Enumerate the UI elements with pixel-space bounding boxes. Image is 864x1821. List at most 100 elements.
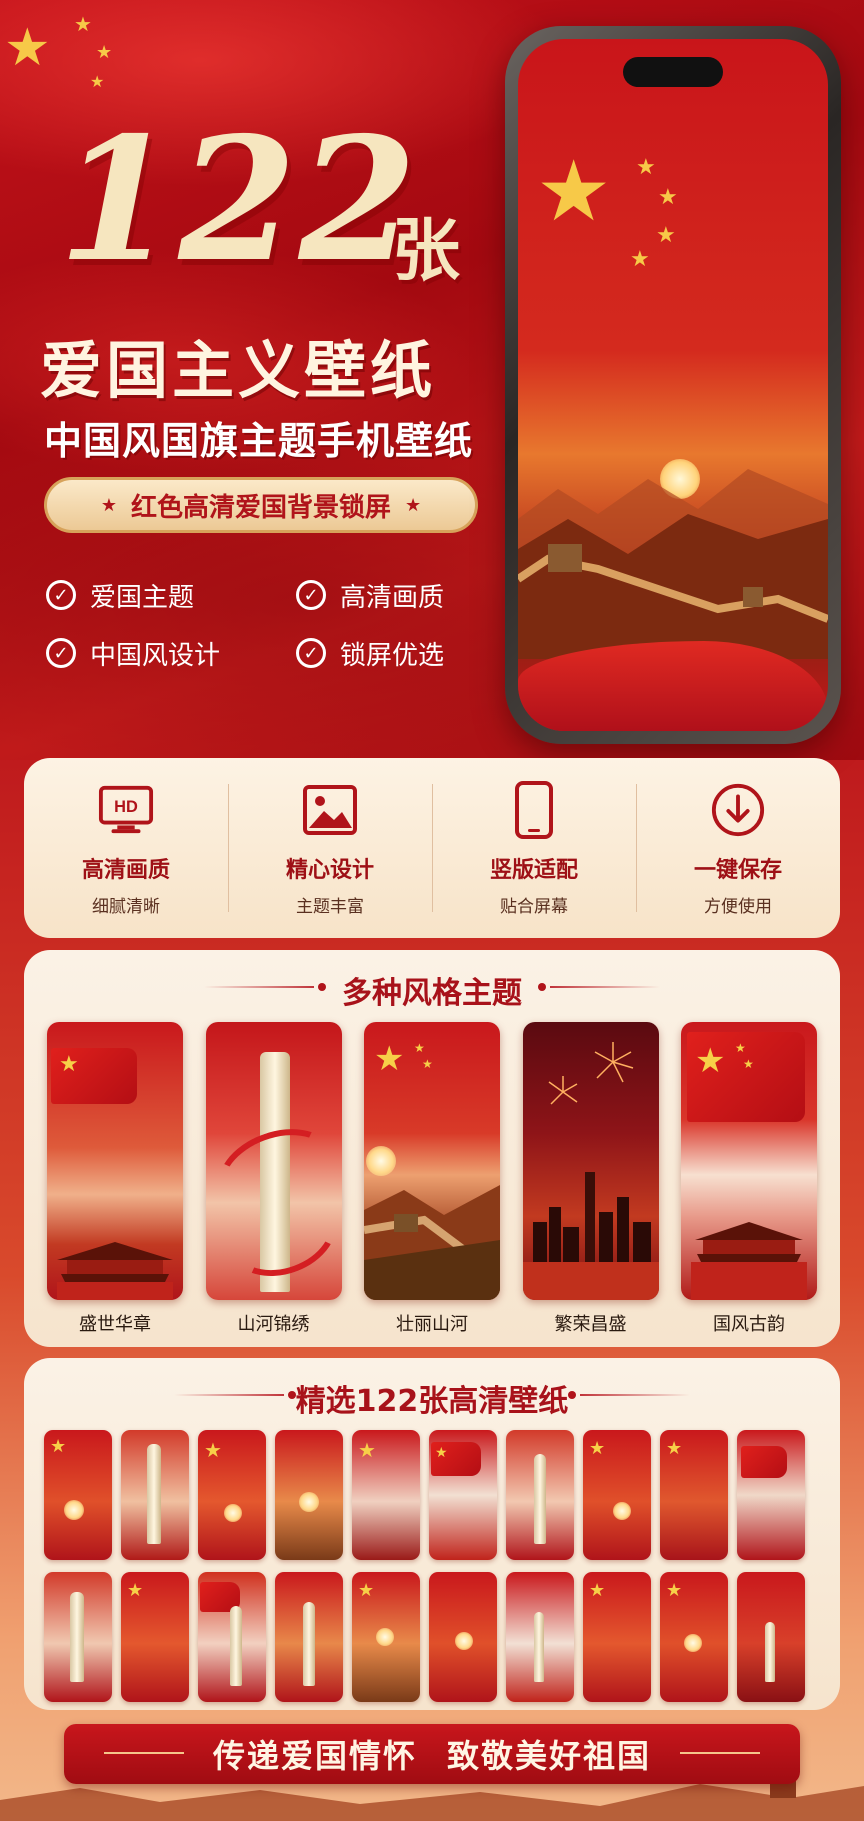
check-icon: ✓ bbox=[46, 580, 76, 610]
banner-decoration bbox=[680, 1752, 760, 1754]
highlight-subtitle: 细腻清晰 bbox=[92, 897, 160, 917]
thumbnail-art: ★ bbox=[352, 1430, 420, 1560]
thumbnail-art bbox=[198, 1572, 266, 1702]
flag-star-icon: ★ bbox=[735, 1041, 746, 1055]
thumbnail-art: ★ bbox=[660, 1572, 728, 1702]
wallpaper-thumbnail[interactable]: ★ bbox=[660, 1572, 728, 1702]
wallpaper-thumbnail[interactable] bbox=[506, 1572, 574, 1702]
wallpaper-thumbnail[interactable] bbox=[737, 1430, 805, 1560]
huabiao-pillar bbox=[70, 1592, 84, 1682]
flag-star-icon: ★ bbox=[630, 247, 650, 272]
wallpaper-thumbnail[interactable] bbox=[275, 1430, 343, 1560]
great-wall-mountains bbox=[518, 469, 828, 659]
wallpaper-thumbnail[interactable]: ★ bbox=[583, 1572, 651, 1702]
wallpaper-thumbnail[interactable] bbox=[737, 1572, 805, 1702]
huabiao-pillar bbox=[303, 1602, 315, 1686]
wallpaper-thumbnail[interactable]: ★ bbox=[583, 1430, 651, 1560]
wallpaper-thumbnail[interactable]: ★ bbox=[352, 1430, 420, 1560]
thumbnail-art: ★ bbox=[660, 1430, 728, 1560]
style-item[interactable]: ★ 盛世华章 bbox=[47, 1022, 183, 1336]
wallpaper-thumbnail[interactable] bbox=[44, 1572, 112, 1702]
highlight-title: 一键保存 bbox=[693, 858, 782, 883]
style-thumbnail[interactable] bbox=[205, 1022, 342, 1300]
gallery-section-title: 精选122张高清壁纸 bbox=[295, 1384, 569, 1419]
styles-card: 多种风格主题 ★ 盛世华章 山河锦绣 ★ ★ ★ 壮丽山河 繁荣昌盛 ★ ★ ★… bbox=[24, 950, 840, 1347]
divider bbox=[580, 1394, 690, 1396]
divider bbox=[550, 986, 660, 988]
thumbnail-art bbox=[44, 1572, 112, 1702]
style-thumbnail[interactable]: ★ bbox=[47, 1022, 183, 1300]
wallpaper-thumbnail[interactable] bbox=[429, 1572, 497, 1702]
thumbnail-art: ★ ★ ★ bbox=[681, 1022, 817, 1300]
hd-monitor-icon: HD bbox=[98, 782, 154, 838]
tiananmen-gate bbox=[691, 1222, 807, 1300]
sun bbox=[613, 1502, 631, 1520]
highlight-title: 竖版适配 bbox=[489, 858, 578, 883]
check-icon: ✓ bbox=[46, 638, 76, 668]
wallpaper-thumbnail[interactable]: ★ bbox=[121, 1572, 189, 1702]
count-unit: 张 bbox=[392, 212, 461, 291]
bottom-banner: 传递爱国情怀 致敬美好祖国 bbox=[64, 1724, 800, 1784]
wallpaper-thumbnail[interactable]: ★ bbox=[352, 1572, 420, 1702]
flag-star-icon: ★ bbox=[358, 1580, 375, 1601]
feature-label: 爱国主题 bbox=[90, 582, 195, 613]
wallpaper-thumbnail[interactable]: ★ bbox=[44, 1430, 112, 1560]
flag-star-icon: ★ bbox=[4, 18, 51, 78]
huabiao-pillar bbox=[147, 1444, 161, 1544]
style-thumbnail[interactable]: ★ ★ ★ bbox=[364, 1022, 500, 1300]
divider-dot bbox=[568, 1391, 576, 1399]
style-item[interactable]: ★ ★ ★ 壮丽山河 bbox=[364, 1022, 500, 1336]
gallery-card: 精选122张高清壁纸 ★ ★ ★ ★ ★ ★ ★ ★ ★ ★ bbox=[24, 1358, 840, 1710]
wallpaper-thumbnail[interactable] bbox=[275, 1572, 343, 1702]
dynamic-island bbox=[623, 57, 723, 87]
huabiao-pillar bbox=[765, 1622, 775, 1682]
feature-item: ✓ 锁屏优选 bbox=[296, 636, 466, 671]
flag-star-icon: ★ bbox=[666, 1580, 683, 1601]
wallpaper-thumbnail[interactable]: ★ bbox=[429, 1430, 497, 1560]
wallpaper-thumbnail[interactable]: ★ bbox=[660, 1430, 728, 1560]
phone-mockup: ★ ★ ★ ★ ★ bbox=[505, 26, 841, 744]
style-item[interactable]: ★ ★ ★ 国风古韵 bbox=[681, 1022, 817, 1336]
wallpaper-thumbnail[interactable] bbox=[506, 1430, 574, 1560]
feature-label: 中国风设计 bbox=[90, 640, 221, 671]
flag-star-icon: ★ bbox=[435, 1445, 448, 1461]
flag-star-icon: ★ bbox=[743, 1057, 754, 1071]
thumbnail-art bbox=[522, 1022, 659, 1300]
thumbnail-art bbox=[275, 1572, 343, 1702]
flag-star-icon: ★ bbox=[59, 1052, 79, 1077]
flag-star-icon: ★ bbox=[666, 1438, 683, 1459]
check-icon: ✓ bbox=[296, 638, 326, 668]
banner-text-right: 致敬美好祖国 bbox=[447, 1737, 652, 1775]
star-icon: ★ bbox=[405, 494, 422, 516]
style-thumbnail[interactable] bbox=[522, 1022, 659, 1300]
wallpaper-thumbnail[interactable]: ★ bbox=[198, 1430, 266, 1560]
flag-star-icon: ★ bbox=[414, 1041, 425, 1055]
flag-star-icon: ★ bbox=[589, 1438, 606, 1459]
style-item[interactable]: 山河锦绣 bbox=[205, 1022, 342, 1336]
sun bbox=[376, 1628, 394, 1646]
highlight-title: 精心设计 bbox=[285, 858, 374, 883]
phone-screen-wallpaper: ★ ★ ★ ★ ★ bbox=[518, 39, 828, 731]
wallpaper-thumbnail[interactable] bbox=[198, 1572, 266, 1702]
highlight-item: 一键保存 方便使用 bbox=[636, 758, 840, 938]
wallpaper-thumbnail[interactable] bbox=[121, 1430, 189, 1560]
thumbnail-art bbox=[737, 1430, 805, 1560]
thumbnail-art: ★ bbox=[47, 1022, 183, 1300]
wallpaper-count: 122 bbox=[58, 100, 419, 300]
feature-label: 高清画质 bbox=[340, 582, 445, 613]
wallpaper-grid: ★ ★ ★ ★ ★ ★ ★ ★ ★ ★ bbox=[44, 1430, 820, 1702]
flag-star-icon: ★ bbox=[658, 185, 678, 210]
styles-section-title: 多种风格主题 bbox=[342, 976, 522, 1011]
thumbnail-art bbox=[121, 1430, 189, 1560]
style-caption: 国风古韵 bbox=[713, 1314, 785, 1335]
style-thumbnail[interactable]: ★ ★ ★ bbox=[681, 1022, 817, 1300]
style-item[interactable]: 繁荣昌盛 bbox=[522, 1022, 659, 1336]
huabiao-pillar bbox=[534, 1454, 546, 1544]
highlights-card: HD 高清画质 细腻清晰 精心设计 主题丰富 竖版适配 贴合屏幕 一键保存 方便… bbox=[24, 758, 840, 938]
thumbnail-art: ★ bbox=[583, 1572, 651, 1702]
flag-star-icon: ★ bbox=[358, 1438, 376, 1462]
style-caption: 繁荣昌盛 bbox=[554, 1314, 627, 1335]
huabiao-pillar bbox=[230, 1606, 242, 1686]
flag-star-icon: ★ bbox=[127, 1580, 144, 1601]
svg-text:HD: HD bbox=[114, 798, 138, 816]
